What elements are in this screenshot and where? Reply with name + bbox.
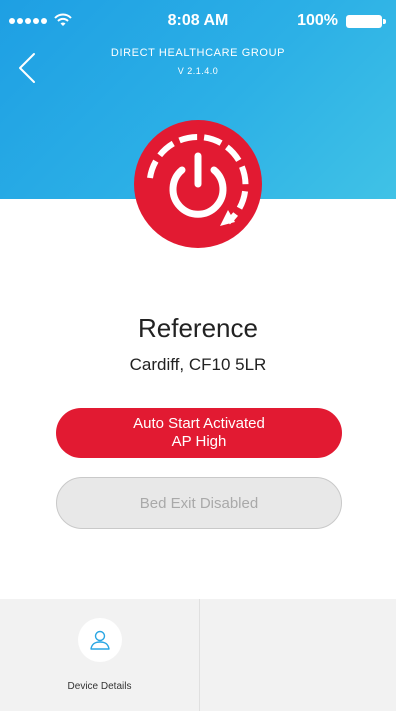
device-location: Cardiff, CF10 5LR bbox=[129, 355, 267, 374]
user-icon bbox=[90, 630, 110, 650]
status-bar: 8:08 AM 100% bbox=[0, 0, 396, 40]
device-details-icon-circle bbox=[78, 618, 122, 662]
device-reference: Reference bbox=[138, 313, 258, 343]
bottom-panel-divider bbox=[199, 599, 200, 711]
battery-icon bbox=[346, 15, 386, 28]
org-title: DIRECT HEALTHCARE GROUP bbox=[110, 47, 286, 59]
device-details-label: Device Details bbox=[67, 681, 132, 692]
auto-start-label: Auto Start Activated bbox=[133, 415, 265, 432]
power-icon bbox=[134, 120, 262, 248]
bed-exit-label: Bed Exit Disabled bbox=[139, 494, 259, 512]
battery-percent: 100% bbox=[297, 12, 338, 29]
auto-start-button[interactable]: Auto Start Activated AP High bbox=[56, 408, 342, 458]
bed-exit-button[interactable]: Bed Exit Disabled bbox=[56, 477, 342, 529]
device-details-tile[interactable]: Device Details bbox=[0, 599, 199, 711]
power-button[interactable] bbox=[132, 118, 264, 250]
app-version: V 2.1.4.0 bbox=[177, 66, 219, 76]
auto-start-mode-label: AP High bbox=[171, 433, 227, 450]
